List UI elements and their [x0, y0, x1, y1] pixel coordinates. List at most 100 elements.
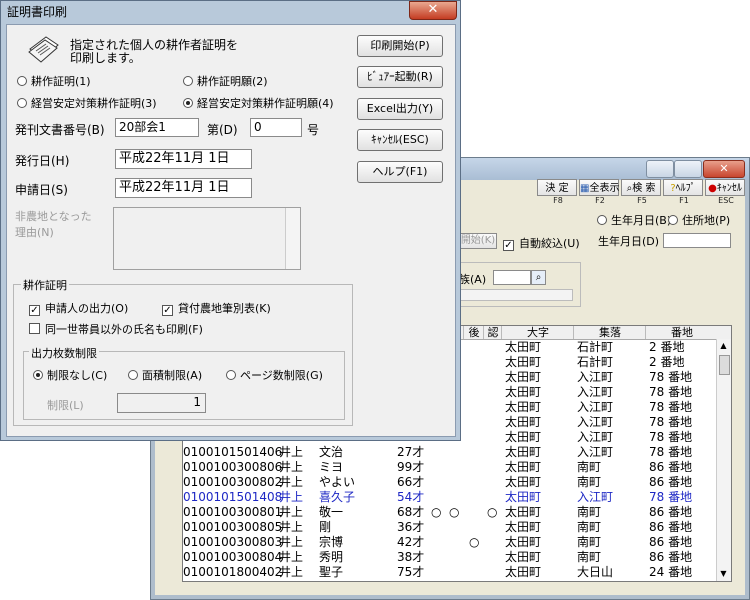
table-row[interactable]: 0100100300805 井上 剛 36才 太田町 南町 86 番地	[183, 520, 718, 535]
row-age: 54才	[397, 490, 425, 504]
toolbar-decide-button[interactable]: 決 定	[537, 179, 577, 196]
row-surname: 井上	[279, 550, 304, 564]
doc-number-input[interactable]: 20部会1	[115, 118, 199, 137]
row-id: 0100101800402	[183, 565, 283, 579]
excel-output-button[interactable]: Excel出力(Y)	[357, 98, 443, 120]
cancel-button[interactable]: ｷｬﾝｾﾙ(ESC)	[357, 129, 443, 151]
row-id: 0100100300801	[183, 505, 283, 519]
row-shuraku: 南町	[577, 535, 602, 549]
dialog-title: 証明書印刷	[7, 5, 68, 19]
row-banchi: 78 番地	[649, 415, 693, 429]
issue-date-input[interactable]: 平成22年11月 1日	[115, 149, 252, 169]
radio-page-limit[interactable]: ページ数制限(G)	[226, 367, 323, 383]
check-lending-list[interactable]: ✓ 貸付農地筆別表(K)	[162, 300, 271, 316]
table-row[interactable]: 0100100300801 井上 敬一 68才 ○ ○ ○ 太田町 南町 86 番地	[183, 505, 718, 520]
maximize-button[interactable]	[674, 160, 702, 178]
row-age: 75才	[397, 565, 425, 579]
row-shuraku: 入江町	[577, 370, 614, 384]
row-oaza: 太田町	[505, 385, 542, 399]
row-banchi: 86 番地	[649, 505, 693, 519]
viewer-launch-button[interactable]: ﾋﾞｭｱｰ起動(R)	[357, 66, 443, 88]
table-row[interactable]: 0100100300806 井上 ミヨ 99才 太田町 南町 86 番地	[183, 460, 718, 475]
birthdate-input[interactable]	[663, 233, 731, 248]
row-surname: 井上	[279, 460, 304, 474]
row-id: 0100100300803	[183, 535, 283, 549]
check-applicant-output[interactable]: ✓ 申請人の出力(O)	[29, 300, 128, 316]
row-oaza: 太田町	[505, 460, 542, 474]
row-given-name: 剛	[319, 520, 332, 534]
check-other-household-names[interactable]: 同一世帯員以外の氏名も印刷(F)	[29, 321, 203, 337]
stop-icon: ●	[708, 183, 717, 194]
close-button[interactable]: ✕	[703, 160, 745, 178]
table-row[interactable]: 0100101501408 井上 喜久子 54才 太田町 入江町 78 番地	[183, 490, 718, 505]
checkbox-box	[29, 323, 40, 334]
row-surname: 井上	[279, 520, 304, 534]
dai-label: 第(D)	[207, 123, 238, 137]
birthdate-radio[interactable]: 生年月日(B)	[597, 212, 671, 228]
row-age: 68才	[397, 505, 425, 519]
toolbar-search-button[interactable]: ⌕検 索	[621, 179, 661, 196]
table-row[interactable]: 0100101501406 井上 文治 27才 太田町 入江町 78 番地	[183, 445, 718, 460]
row-id: 0100101501408	[183, 490, 283, 504]
row-shuraku: 南町	[577, 505, 602, 519]
scroll-thumb[interactable]	[719, 355, 730, 375]
dai-input[interactable]: 0	[250, 118, 302, 137]
row-given-name: 宗博	[319, 535, 344, 549]
scroll-down-icon[interactable]: ▼	[718, 569, 729, 579]
output-limit-group-title: 出力枚数制限	[29, 345, 99, 361]
row-id: 0100100300806	[183, 460, 283, 474]
table-row[interactable]: 0100100300803 井上 宗博 42才 ○ 太田町 南町 86 番地	[183, 535, 718, 550]
address-radio[interactable]: 住所地(P)	[668, 212, 730, 228]
table-row[interactable]: 0100101800402 井上 聖子 75才 太田町 大日山 24 番地	[183, 565, 718, 580]
radio-keiei-antei-shomei[interactable]: 経営安定対策耕作証明(3)	[17, 95, 157, 111]
search-icon[interactable]: ⌕	[531, 270, 546, 285]
toolbar-help-button[interactable]: ?ﾍﾙﾌﾟ	[663, 179, 703, 196]
partial-start-button[interactable]: 開始(K)	[459, 233, 497, 249]
row-oaza: 太田町	[505, 520, 542, 534]
print-start-button[interactable]: 印刷開始(P)	[357, 35, 443, 57]
row-shuraku: 石計町	[577, 340, 614, 354]
scroll-up-icon[interactable]: ▲	[718, 341, 729, 351]
radio-no-limit[interactable]: 制限なし(C)	[33, 367, 107, 383]
radio-area-limit[interactable]: 面積制限(A)	[128, 367, 202, 383]
row-given-name: 喜久子	[319, 490, 356, 504]
nonfarm-reason-textarea[interactable]	[113, 207, 301, 270]
toolbar-show-all-button[interactable]: ▦全表示	[579, 179, 619, 196]
radio-keiei-antei-shomei-negai[interactable]: 経営安定対策耕作証明願(4)	[183, 95, 334, 111]
checkbox-box: ✓	[162, 305, 173, 316]
row-oaza: 太田町	[505, 355, 542, 369]
help-button[interactable]: ヘルプ(F1)	[357, 161, 443, 183]
row-given-name: 文治	[319, 445, 344, 459]
row-given-name: 敬一	[319, 505, 344, 519]
auto-filter-checkbox[interactable]: ✓ 自動絞込(U)	[503, 235, 580, 251]
row-banchi: 2 番地	[649, 340, 685, 354]
table-row[interactable]: 0100100300802 井上 やよい 66才 太田町 南町 86 番地	[183, 475, 718, 490]
vertical-scrollbar[interactable]: ▲ ▼	[716, 339, 731, 581]
row-oaza: 太田町	[505, 370, 542, 384]
row-shuraku: 入江町	[577, 415, 614, 429]
row-banchi: 86 番地	[649, 460, 693, 474]
checkbox-box: ✓	[503, 240, 514, 251]
row-mark: ○	[469, 535, 480, 549]
limit-label: 制限(L)	[47, 399, 84, 412]
row-banchi: 2 番地	[649, 355, 685, 369]
birthdate-label: 生年月日(D)	[598, 235, 660, 248]
radio-circle	[17, 98, 27, 108]
limit-input[interactable]: 1	[117, 393, 206, 413]
filter-input[interactable]	[493, 270, 531, 285]
textarea-scrollbar[interactable]	[285, 208, 300, 269]
radio-circle	[183, 76, 193, 86]
row-given-name: 秀明	[319, 550, 344, 564]
apply-date-input[interactable]: 平成22年11月 1日	[115, 178, 252, 198]
header-banchi: 番地	[645, 326, 718, 339]
row-oaza: 太田町	[505, 475, 542, 489]
minimize-button[interactable]	[646, 160, 674, 178]
filter-label: 族(A)	[459, 273, 487, 286]
row-shuraku: 入江町	[577, 445, 614, 459]
dialog-close-button[interactable]: ✕	[409, 1, 457, 20]
table-row[interactable]: 0100100300804 井上 秀明 38才 太田町 南町 86 番地	[183, 550, 718, 565]
toolbar-cancel-button[interactable]: ●ｷｬﾝｾﾙ	[705, 179, 745, 196]
radio-kosaku-shomei[interactable]: 耕作証明(1)	[17, 73, 91, 89]
radio-kosaku-shomei-negai[interactable]: 耕作証明願(2)	[183, 73, 268, 89]
fkey-label: F2	[595, 196, 605, 205]
